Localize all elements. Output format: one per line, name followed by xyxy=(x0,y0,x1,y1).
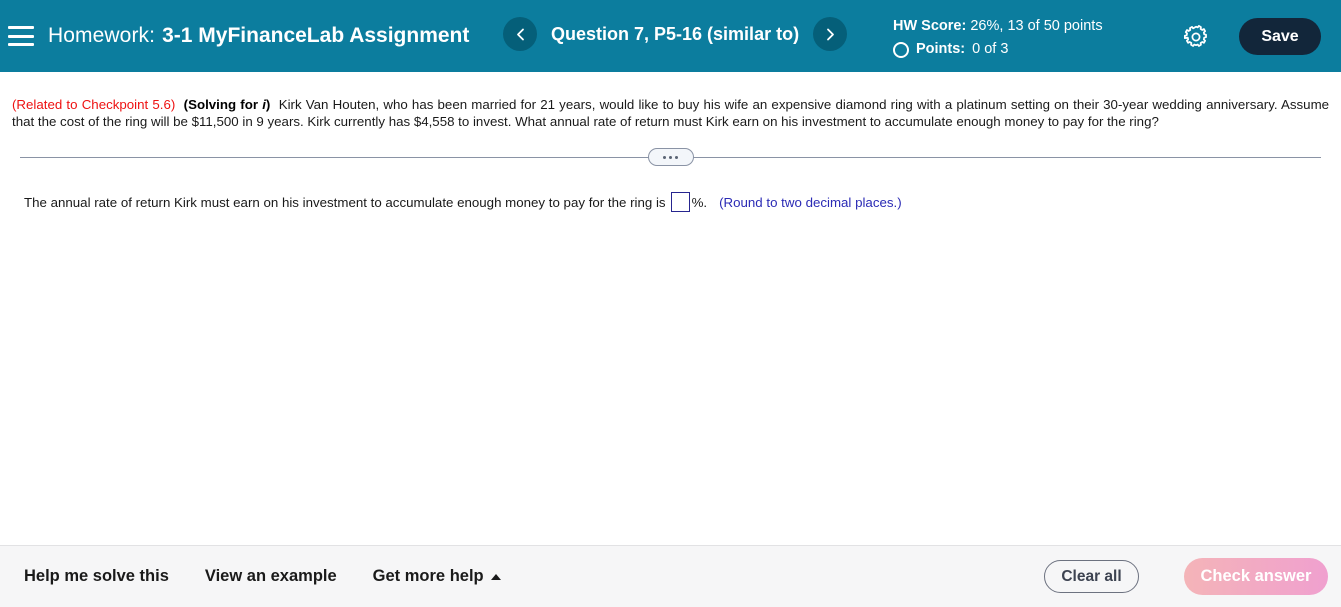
help-me-solve-this-button[interactable]: Help me solve this xyxy=(22,563,171,590)
homework-label: Homework: xyxy=(48,24,156,47)
action-button-group: Clear all Check answer xyxy=(1044,558,1328,595)
dot xyxy=(663,155,666,159)
get-more-help-button[interactable]: Get more help xyxy=(371,563,503,590)
points-value: 0 of 3 xyxy=(972,41,1009,58)
question-panel: (Related to Checkpoint 5.6) (Solving for… xyxy=(0,72,1341,213)
points-label: Points: xyxy=(916,41,966,58)
gear-icon xyxy=(1183,25,1207,47)
solving-for-tag: (Solving for i) xyxy=(183,97,271,113)
help-link-group: Help me solve this View an example Get m… xyxy=(22,563,503,590)
dot xyxy=(669,155,672,159)
bottom-toolbar: Help me solve this View an example Get m… xyxy=(0,545,1341,607)
caret-up-icon xyxy=(490,573,501,580)
hamburger-line xyxy=(8,26,34,29)
section-divider xyxy=(20,144,1321,170)
help-link-label: View an example xyxy=(204,567,337,585)
clear-all-button[interactable]: Clear all xyxy=(1044,560,1139,593)
question-points-line: Points: 0 of 3 xyxy=(893,38,1103,60)
question-navigator: Question 7, P5-16 (similar to) xyxy=(503,17,848,51)
hamburger-line xyxy=(8,34,34,38)
answer-input[interactable] xyxy=(670,192,690,213)
hw-score-value: 26%, 13 of 50 points xyxy=(970,18,1103,34)
settings-button[interactable] xyxy=(1182,23,1210,51)
answer-prompt: The annual rate of return Kirk must earn… xyxy=(24,194,666,210)
help-link-label: Get more help xyxy=(372,567,484,585)
check-answer-button[interactable]: Check answer xyxy=(1184,558,1328,595)
chevron-right-icon xyxy=(826,28,834,40)
score-summary: HW Score: 26%, 13 of 50 points Points: 0… xyxy=(893,15,1103,61)
save-button[interactable]: Save xyxy=(1239,18,1321,55)
next-question-button[interactable] xyxy=(813,17,848,51)
percent-unit: %. xyxy=(691,194,708,210)
question-title: Question 7, P5-16 (similar to) xyxy=(551,23,800,44)
hw-score-label: HW Score: xyxy=(893,18,967,34)
rounding-note: (Round to two decimal places.) xyxy=(719,194,902,210)
collapse-handle-icon[interactable] xyxy=(647,148,694,167)
hamburger-line xyxy=(8,43,34,46)
question-text: (Related to Checkpoint 5.6) (Solving for… xyxy=(12,96,1329,130)
empty-circle-icon xyxy=(893,41,909,58)
app-header: Homework: 3-1 MyFinanceLab Assignment Qu… xyxy=(0,0,1341,72)
checkpoint-tag: (Related to Checkpoint 5.6) xyxy=(12,97,176,113)
answer-row: The annual rate of return Kirk must earn… xyxy=(24,192,1329,213)
chevron-left-icon xyxy=(516,28,524,40)
dot xyxy=(675,155,678,159)
view-an-example-button[interactable]: View an example xyxy=(203,563,339,590)
hamburger-menu-icon[interactable] xyxy=(8,26,34,46)
previous-question-button[interactable] xyxy=(503,17,537,51)
assignment-title: 3-1 MyFinanceLab Assignment xyxy=(162,24,470,47)
homework-score-line: HW Score: 26%, 13 of 50 points xyxy=(893,15,1103,37)
help-link-label: Help me solve this xyxy=(24,567,169,585)
